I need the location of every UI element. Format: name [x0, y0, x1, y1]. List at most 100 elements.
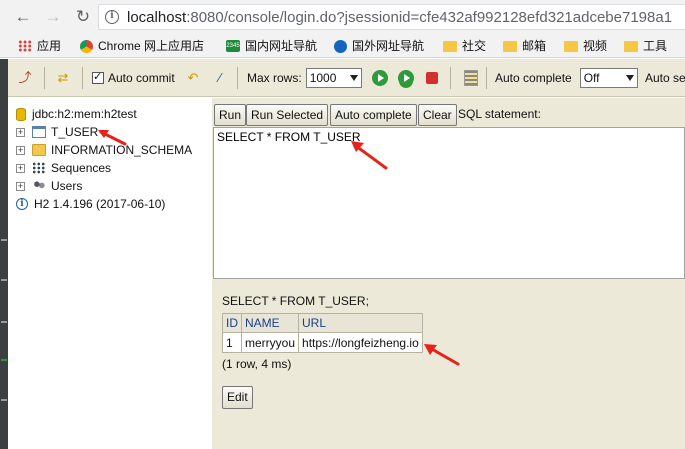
bookmark-label: 应用	[37, 39, 62, 53]
table-cell: 1	[222, 332, 242, 353]
version-label: H2 1.4.196 (2017-06-10)	[34, 197, 166, 211]
sql-editor[interactable]: SELECT * FROM T_USER	[213, 127, 685, 279]
bookmark-label: Chrome 网上应用店	[98, 39, 205, 53]
tree-connection[interactable]: jdbc:h2:mem:h2test	[16, 106, 137, 122]
bookmark-label: 邮箱	[522, 39, 547, 53]
bookmark-mail[interactable]: 邮箱	[503, 37, 546, 55]
sequences-icon	[32, 162, 46, 174]
run-icon[interactable]	[372, 68, 388, 88]
stop-icon	[426, 72, 438, 84]
max-rows-label: Max rows:	[247, 71, 302, 85]
column-header[interactable]: URL	[298, 313, 423, 333]
reload-icon[interactable]: ↻	[72, 6, 94, 28]
bookmark-chrome-store[interactable]: Chrome 网上应用店	[80, 37, 204, 55]
bookmark-label: 视频	[583, 39, 608, 53]
expand-icon[interactable]: +	[16, 127, 25, 137]
table-cell: https://longfeizheng.io	[298, 332, 423, 353]
run-selected-button[interactable]: Run Selected	[246, 104, 329, 126]
rollback-icon[interactable]: ⇄	[54, 68, 72, 88]
result-sql: SELECT * FROM T_USER;	[222, 294, 369, 308]
info-icon: i	[16, 198, 28, 210]
edge-mark	[1, 239, 7, 241]
bookmark-label: 国内网址导航	[245, 39, 318, 53]
run-step-icon	[398, 70, 414, 86]
folder-icon	[624, 40, 638, 52]
folder-icon	[32, 144, 46, 156]
bookmark-video[interactable]: 视频	[564, 37, 607, 55]
toolbar-separator	[44, 67, 45, 89]
toolbar-separator	[450, 67, 451, 89]
folder-icon	[443, 40, 457, 52]
column-header[interactable]: NAME	[240, 313, 300, 333]
bookmark-social[interactable]: 社交	[443, 37, 486, 55]
folder-icon	[564, 40, 578, 52]
bookmark-foreign-nav[interactable]: 国外网址导航	[334, 37, 424, 55]
column-header[interactable]: ID	[222, 313, 242, 333]
query-panel: Run Run Selected Auto complete Clear SQL…	[212, 98, 685, 449]
edge-mark	[1, 359, 7, 361]
bookmark-tools[interactable]: 工具	[624, 37, 667, 55]
expand-icon[interactable]: +	[16, 163, 25, 173]
table-row: 1 merryyou https://longfeizheng.io	[222, 332, 423, 353]
forward-icon[interactable]: →	[42, 6, 64, 28]
tree-item-information-schema[interactable]: + INFORMATION_SCHEMA	[16, 142, 192, 158]
info-icon[interactable]: i	[105, 10, 119, 24]
tree-version: i H2 1.4.196 (2017-06-10)	[16, 196, 165, 212]
commit-icon[interactable]: ↶	[184, 68, 202, 88]
auto-complete-control: Auto complete Off	[495, 68, 638, 88]
folder-icon	[503, 40, 517, 52]
cancel-icon[interactable]	[426, 68, 438, 88]
auto-select-control: Auto se	[645, 68, 685, 88]
tree-item-label: Users	[51, 179, 83, 193]
edit-button[interactable]: Edit	[222, 386, 253, 409]
refresh-tree-icon[interactable]: ⤴	[16, 68, 34, 88]
edge-mark	[1, 321, 7, 323]
auto-commit-label: Auto commit	[108, 71, 175, 85]
connection-label: jdbc:h2:mem:h2test	[32, 107, 137, 121]
table-header-row: ID NAME URL	[222, 313, 423, 333]
toolbar-separator	[486, 67, 487, 89]
clear-button[interactable]: Clear	[418, 104, 457, 126]
chevron-down-icon	[625, 75, 634, 81]
tree-item-users[interactable]: + Users	[16, 178, 82, 194]
toolbar-separator	[237, 67, 238, 89]
tree-item-t-user[interactable]: + T_USER	[16, 124, 98, 140]
bookmark-label: 国外网址导航	[352, 39, 425, 53]
bookmark-label: 工具	[643, 39, 668, 53]
auto-select-label: Auto se	[645, 71, 685, 85]
h2-toolbar: ⤴ ⇄ Auto commit ↶ ⁄ Max rows: 1000 Auto …	[8, 59, 685, 97]
auto-complete-button[interactable]: Auto complete	[330, 104, 417, 126]
url-input[interactable]: i localhost:8080/console/login.do?jsessi…	[98, 4, 685, 30]
bookmark-domestic-nav[interactable]: 2345 国内网址导航	[226, 37, 317, 55]
tree-item-sequences[interactable]: + Sequences	[16, 160, 111, 176]
users-icon	[32, 180, 46, 192]
table-cell: merryyou	[240, 332, 300, 353]
max-rows-control: Max rows: 1000	[247, 68, 362, 88]
history-icon[interactable]	[464, 68, 478, 88]
url-path: :8080/console/login.do?jsessionid=cfe432…	[186, 9, 673, 26]
database-icon	[16, 107, 26, 121]
bookmark-apps[interactable]: 应用	[18, 37, 61, 55]
run-play-icon	[372, 70, 388, 86]
window-edge	[0, 59, 8, 449]
2345-icon: 2345	[226, 40, 240, 52]
tree-item-label: INFORMATION_SCHEMA	[51, 143, 193, 157]
max-rows-value: 1000	[309, 71, 337, 85]
auto-commit-checkbox[interactable]	[92, 70, 104, 84]
transaction-icon[interactable]: ⁄	[211, 68, 229, 88]
auto-commit-toggle[interactable]: Auto commit	[92, 68, 175, 88]
run-button[interactable]: Run	[214, 104, 247, 126]
schema-tree: jdbc:h2:mem:h2test + T_USER + INFORMATIO…	[8, 98, 212, 449]
auto-complete-select[interactable]: Off	[579, 68, 638, 88]
run-selected-icon[interactable]	[398, 68, 414, 88]
back-icon[interactable]: ←	[12, 6, 34, 28]
max-rows-select[interactable]: 1000	[305, 68, 362, 88]
expand-icon[interactable]: +	[16, 181, 25, 191]
url-host: localhost	[127, 9, 187, 26]
expand-icon[interactable]: +	[16, 145, 25, 155]
result-table: ID NAME URL 1 merryyou https://longfeizh…	[222, 313, 423, 353]
sql-history-icon	[464, 70, 478, 86]
result-section: SELECT * FROM T_USER; ID NAME URL 1 merr…	[222, 294, 423, 371]
table-icon	[32, 126, 46, 138]
globe-icon	[334, 39, 347, 53]
